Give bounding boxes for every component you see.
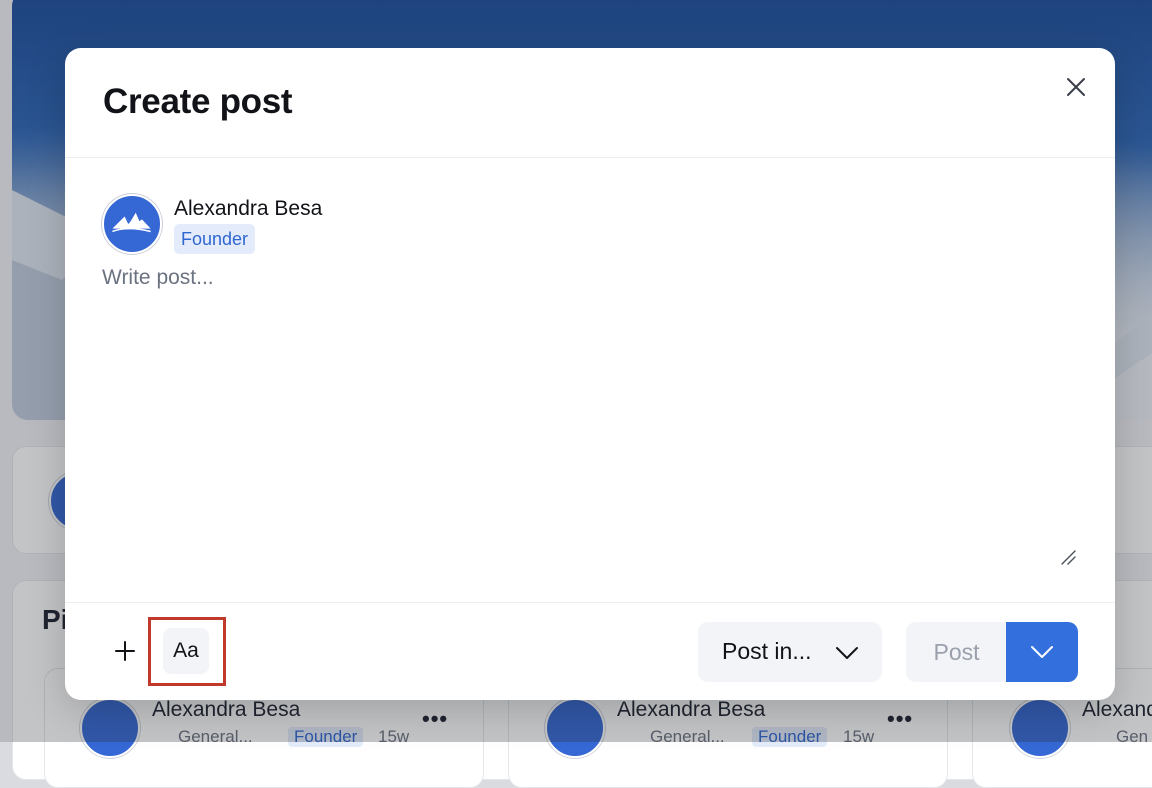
post-in-label: Post in... bbox=[722, 638, 812, 664]
post-button[interactable]: Post bbox=[906, 622, 1007, 682]
author-name: Alexandra Besa bbox=[174, 197, 323, 220]
author-avatar bbox=[102, 194, 162, 254]
author-role-badge: Founder bbox=[174, 224, 256, 254]
close-icon[interactable] bbox=[1062, 73, 1090, 101]
plus-icon[interactable] bbox=[111, 637, 139, 665]
dialog-title: Create post bbox=[103, 82, 293, 121]
post-text-input[interactable] bbox=[102, 266, 1078, 566]
post-options-button[interactable] bbox=[1006, 622, 1078, 682]
mountain-logo-icon bbox=[112, 212, 151, 233]
post-in-dropdown[interactable]: Post in... bbox=[698, 622, 882, 682]
dialog-footer: Aa Post in... Post bbox=[65, 602, 1115, 700]
resize-handle-icon[interactable] bbox=[1059, 548, 1077, 566]
create-post-dialog: Create post Alexandra Besa Founder Aa Po… bbox=[65, 48, 1115, 700]
chevron-down-icon bbox=[836, 647, 858, 659]
chevron-down-icon bbox=[1031, 646, 1053, 658]
text-format-button[interactable]: Aa bbox=[163, 628, 209, 674]
dialog-header: Create post bbox=[65, 48, 1115, 158]
